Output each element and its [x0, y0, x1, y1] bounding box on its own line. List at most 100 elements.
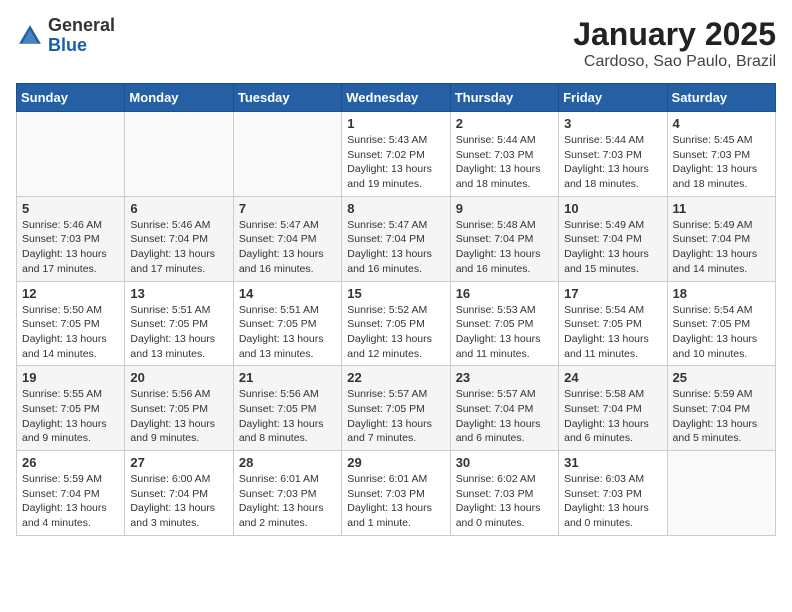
calendar-cell: 19 Sunrise: 5:55 AM Sunset: 7:05 PM Dayli…: [17, 366, 125, 451]
day-content: Sunrise: 5:48 AM Sunset: 7:04 PM Dayligh…: [456, 218, 553, 277]
calendar-cell: 29 Sunrise: 6:01 AM Sunset: 7:03 PM Dayli…: [342, 451, 450, 536]
day-content: Sunrise: 5:44 AM Sunset: 7:03 PM Dayligh…: [456, 133, 553, 192]
logo-blue: Blue: [48, 35, 87, 55]
week-row-5: 26 Sunrise: 5:59 AM Sunset: 7:04 PM Dayli…: [17, 451, 776, 536]
day-content: Sunrise: 5:58 AM Sunset: 7:04 PM Dayligh…: [564, 387, 661, 446]
day-content: Sunrise: 5:53 AM Sunset: 7:05 PM Dayligh…: [456, 303, 553, 362]
calendar-cell: 9 Sunrise: 5:48 AM Sunset: 7:04 PM Daylig…: [450, 196, 558, 281]
day-header-saturday: Saturday: [667, 84, 775, 112]
day-number: 14: [239, 286, 336, 301]
week-row-3: 12Sunrise: 5:50 AM Sunset: 7:05 PM Dayli…: [17, 281, 776, 366]
calendar-cell: 1Sunrise: 5:43 AM Sunset: 7:02 PM Daylig…: [342, 112, 450, 197]
calendar-cell: 13Sunrise: 5:51 AM Sunset: 7:05 PM Dayli…: [125, 281, 233, 366]
calendar-cell: 4 Sunrise: 5:45 AM Sunset: 7:03 PM Daylig…: [667, 112, 775, 197]
calendar-cell: 5Sunrise: 5:46 AM Sunset: 7:03 PM Daylig…: [17, 196, 125, 281]
calendar-cell: 26 Sunrise: 5:59 AM Sunset: 7:04 PM Dayli…: [17, 451, 125, 536]
page-header: General Blue January 2025 Cardoso, Sao P…: [16, 16, 776, 71]
day-number: 3: [564, 116, 661, 131]
day-content: Sunrise: 5:59 AM Sunset: 7:04 PM Dayligh…: [22, 472, 119, 531]
calendar-cell: 25Sunrise: 5:59 AM Sunset: 7:04 PM Dayli…: [667, 366, 775, 451]
day-content: Sunrise: 5:56 AM Sunset: 7:05 PM Dayligh…: [239, 387, 336, 446]
day-number: 8: [347, 201, 444, 216]
day-header-tuesday: Tuesday: [233, 84, 341, 112]
calendar-cell: [233, 112, 341, 197]
day-number: 21: [239, 370, 336, 385]
week-row-2: 5Sunrise: 5:46 AM Sunset: 7:03 PM Daylig…: [17, 196, 776, 281]
calendar-cell: 28Sunrise: 6:01 AM Sunset: 7:03 PM Dayli…: [233, 451, 341, 536]
day-number: 11: [673, 201, 770, 216]
calendar-cell: 7 Sunrise: 5:47 AM Sunset: 7:04 PM Daylig…: [233, 196, 341, 281]
day-number: 19: [22, 370, 119, 385]
day-number: 13: [130, 286, 227, 301]
day-content: Sunrise: 5:47 AM Sunset: 7:04 PM Dayligh…: [347, 218, 444, 277]
day-content: Sunrise: 5:51 AM Sunset: 7:05 PM Dayligh…: [239, 303, 336, 362]
logo-icon: [16, 22, 44, 50]
day-number: 22: [347, 370, 444, 385]
day-content: Sunrise: 5:47 AM Sunset: 7:04 PM Dayligh…: [239, 218, 336, 277]
day-number: 5: [22, 201, 119, 216]
calendar-cell: 22 Sunrise: 5:57 AM Sunset: 7:05 PM Dayli…: [342, 366, 450, 451]
calendar-cell: 10 Sunrise: 5:49 AM Sunset: 7:04 PM Dayli…: [559, 196, 667, 281]
day-number: 6: [130, 201, 227, 216]
day-number: 23: [456, 370, 553, 385]
day-number: 26: [22, 455, 119, 470]
day-content: Sunrise: 5:57 AM Sunset: 7:04 PM Dayligh…: [456, 387, 553, 446]
calendar-cell: [125, 112, 233, 197]
calendar-cell: 27 Sunrise: 6:00 AM Sunset: 7:04 PM Dayli…: [125, 451, 233, 536]
day-number: 18: [673, 286, 770, 301]
day-content: Sunrise: 5:57 AM Sunset: 7:05 PM Dayligh…: [347, 387, 444, 446]
day-number: 9: [456, 201, 553, 216]
day-number: 2: [456, 116, 553, 131]
calendar-cell: 21 Sunrise: 5:56 AM Sunset: 7:05 PM Dayli…: [233, 366, 341, 451]
day-content: Sunrise: 6:00 AM Sunset: 7:04 PM Dayligh…: [130, 472, 227, 531]
calendar-cell: 15 Sunrise: 5:52 AM Sunset: 7:05 PM Dayli…: [342, 281, 450, 366]
day-content: Sunrise: 5:52 AM Sunset: 7:05 PM Dayligh…: [347, 303, 444, 362]
day-content: Sunrise: 6:01 AM Sunset: 7:03 PM Dayligh…: [347, 472, 444, 531]
day-content: Sunrise: 5:56 AM Sunset: 7:05 PM Dayligh…: [130, 387, 227, 446]
day-number: 10: [564, 201, 661, 216]
day-content: Sunrise: 5:54 AM Sunset: 7:05 PM Dayligh…: [673, 303, 770, 362]
day-number: 30: [456, 455, 553, 470]
day-number: 15: [347, 286, 444, 301]
calendar-cell: 8 Sunrise: 5:47 AM Sunset: 7:04 PM Daylig…: [342, 196, 450, 281]
calendar-cell: 16Sunrise: 5:53 AM Sunset: 7:05 PM Dayli…: [450, 281, 558, 366]
calendar-cell: 12Sunrise: 5:50 AM Sunset: 7:05 PM Dayli…: [17, 281, 125, 366]
day-content: Sunrise: 5:46 AM Sunset: 7:04 PM Dayligh…: [130, 218, 227, 277]
day-number: 4: [673, 116, 770, 131]
day-content: Sunrise: 5:55 AM Sunset: 7:05 PM Dayligh…: [22, 387, 119, 446]
calendar-cell: 3Sunrise: 5:44 AM Sunset: 7:03 PM Daylig…: [559, 112, 667, 197]
day-number: 1: [347, 116, 444, 131]
day-content: Sunrise: 5:49 AM Sunset: 7:04 PM Dayligh…: [564, 218, 661, 277]
day-number: 31: [564, 455, 661, 470]
calendar-cell: 24Sunrise: 5:58 AM Sunset: 7:04 PM Dayli…: [559, 366, 667, 451]
calendar-cell: 17Sunrise: 5:54 AM Sunset: 7:05 PM Dayli…: [559, 281, 667, 366]
day-content: Sunrise: 5:54 AM Sunset: 7:05 PM Dayligh…: [564, 303, 661, 362]
month-title: January 2025: [573, 16, 776, 53]
calendar-cell: [667, 451, 775, 536]
day-number: 27: [130, 455, 227, 470]
day-number: 29: [347, 455, 444, 470]
calendar-cell: 20Sunrise: 5:56 AM Sunset: 7:05 PM Dayli…: [125, 366, 233, 451]
day-header-friday: Friday: [559, 84, 667, 112]
day-number: 25: [673, 370, 770, 385]
title-block: January 2025 Cardoso, Sao Paulo, Brazil: [573, 16, 776, 71]
calendar-cell: 30Sunrise: 6:02 AM Sunset: 7:03 PM Dayli…: [450, 451, 558, 536]
day-content: Sunrise: 6:03 AM Sunset: 7:03 PM Dayligh…: [564, 472, 661, 531]
calendar-cell: [17, 112, 125, 197]
days-header-row: SundayMondayTuesdayWednesdayThursdayFrid…: [17, 84, 776, 112]
calendar-table: SundayMondayTuesdayWednesdayThursdayFrid…: [16, 83, 776, 536]
calendar-cell: 23 Sunrise: 5:57 AM Sunset: 7:04 PM Dayli…: [450, 366, 558, 451]
week-row-1: 1Sunrise: 5:43 AM Sunset: 7:02 PM Daylig…: [17, 112, 776, 197]
logo-text: General Blue: [48, 16, 115, 56]
day-content: Sunrise: 6:01 AM Sunset: 7:03 PM Dayligh…: [239, 472, 336, 531]
day-content: Sunrise: 5:49 AM Sunset: 7:04 PM Dayligh…: [673, 218, 770, 277]
day-content: Sunrise: 5:45 AM Sunset: 7:03 PM Dayligh…: [673, 133, 770, 192]
calendar-cell: 2 Sunrise: 5:44 AM Sunset: 7:03 PM Daylig…: [450, 112, 558, 197]
day-number: 7: [239, 201, 336, 216]
calendar-cell: 18 Sunrise: 5:54 AM Sunset: 7:05 PM Dayli…: [667, 281, 775, 366]
day-header-wednesday: Wednesday: [342, 84, 450, 112]
location: Cardoso, Sao Paulo, Brazil: [573, 53, 776, 71]
logo: General Blue: [16, 16, 115, 56]
logo-general: General: [48, 15, 115, 35]
calendar-cell: 11 Sunrise: 5:49 AM Sunset: 7:04 PM Dayli…: [667, 196, 775, 281]
